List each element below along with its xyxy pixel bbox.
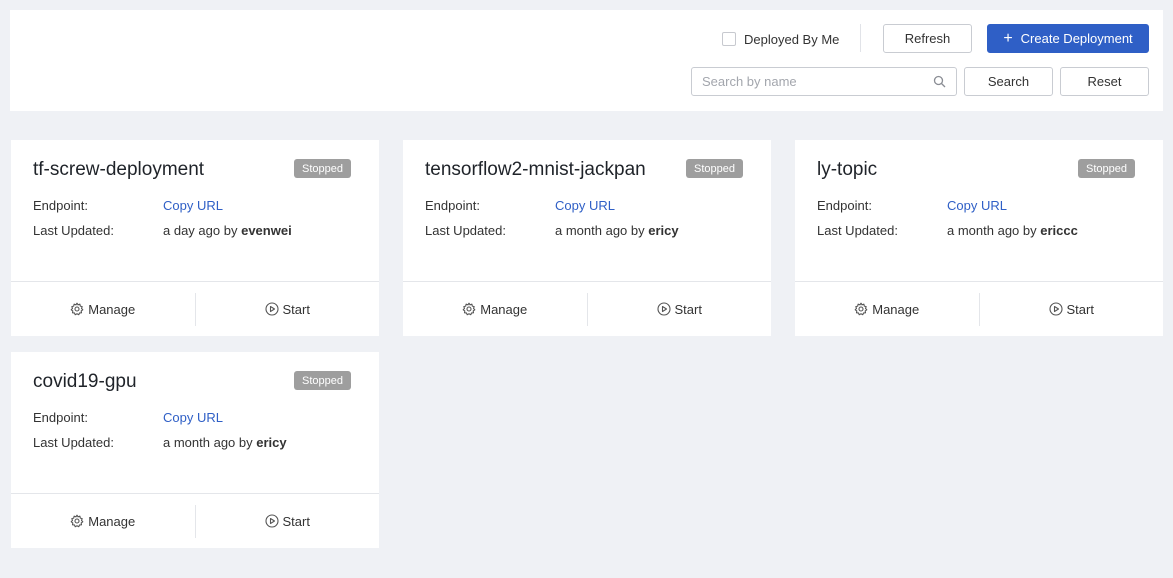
toolbar: Deployed By Me Refresh + Create Deployme…	[10, 10, 1163, 111]
gear-icon	[462, 302, 476, 316]
by-text: by	[1022, 223, 1037, 238]
play-circle-icon	[264, 514, 279, 528]
status-badge: Stopped	[294, 159, 351, 178]
play-circle-icon	[264, 302, 279, 316]
last-updated-label: Last Updated:	[33, 435, 114, 450]
plus-icon: +	[1003, 29, 1013, 47]
gear-icon	[854, 302, 868, 316]
manage-button[interactable]: Manage	[403, 282, 587, 336]
by-text: by	[223, 223, 238, 238]
gear-icon	[70, 302, 84, 316]
updated-by-user: ericcc	[1040, 223, 1078, 238]
card-footer: Manage Start	[795, 281, 1163, 336]
play-circle-icon	[1048, 302, 1063, 316]
status-badge: Stopped	[1078, 159, 1135, 178]
start-button[interactable]: Start	[196, 494, 380, 548]
start-label: Start	[674, 301, 702, 317]
manage-button[interactable]: Manage	[11, 494, 195, 548]
deployed-by-me-checkbox[interactable]	[722, 32, 736, 46]
deployed-by-me-filter[interactable]: Deployed By Me	[722, 31, 839, 47]
deployed-by-me-label: Deployed By Me	[744, 31, 840, 47]
updated-ago: a month ago	[947, 223, 1020, 238]
card-footer: Manage Start	[11, 281, 379, 336]
start-button[interactable]: Start	[588, 282, 772, 336]
last-updated-label: Last Updated:	[817, 223, 898, 238]
endpoint-label: Endpoint:	[33, 410, 88, 425]
updated-ago: a month ago	[163, 435, 236, 450]
copy-url-link[interactable]: Copy URL	[555, 198, 615, 213]
deployment-name: tf-screw-deployment	[33, 159, 205, 180]
manage-button[interactable]: Manage	[11, 282, 195, 336]
toolbar-divider	[860, 24, 861, 52]
updated-ago: a day ago	[163, 223, 221, 238]
manage-label: Manage	[480, 301, 528, 317]
endpoint-label: Endpoint:	[425, 198, 480, 213]
manage-label: Manage	[872, 301, 920, 317]
search-button[interactable]: Search	[964, 67, 1053, 96]
updated-by-user: ericy	[256, 435, 287, 450]
play-circle-icon	[656, 302, 671, 316]
create-deployment-button[interactable]: + Create Deployment	[987, 24, 1149, 53]
status-badge: Stopped	[294, 371, 351, 390]
manage-button[interactable]: Manage	[795, 282, 979, 336]
start-button[interactable]: Start	[196, 282, 380, 336]
gear-icon	[70, 514, 84, 528]
deployment-card: tensorflow2-mnist-jackpan Stopped Endpoi…	[403, 140, 771, 336]
search-icon[interactable]	[933, 75, 946, 88]
search-field[interactable]	[691, 67, 957, 96]
start-label: Start	[1066, 301, 1094, 317]
updated-ago: a month ago	[555, 223, 628, 238]
copy-url-link[interactable]: Copy URL	[163, 198, 223, 213]
reset-button[interactable]: Reset	[1060, 67, 1149, 96]
deployment-card: tf-screw-deployment Stopped Endpoint: Co…	[11, 140, 379, 336]
deployment-name: covid19-gpu	[33, 371, 137, 392]
endpoint-label: Endpoint:	[33, 198, 88, 213]
manage-label: Manage	[88, 301, 136, 317]
deployment-card: ly-topic Stopped Endpoint: Copy URL Last…	[795, 140, 1163, 336]
copy-url-link[interactable]: Copy URL	[163, 410, 223, 425]
manage-label: Manage	[88, 513, 136, 529]
deployment-card: covid19-gpu Stopped Endpoint: Copy URL L…	[11, 352, 379, 548]
refresh-button[interactable]: Refresh	[883, 24, 972, 53]
updated-by-user: evenwei	[241, 223, 292, 238]
last-updated-value: a month ago by ericcc	[947, 223, 1078, 238]
card-footer: Manage Start	[11, 493, 379, 548]
last-updated-value: a day ago by evenwei	[163, 223, 292, 238]
copy-url-link[interactable]: Copy URL	[947, 198, 1007, 213]
endpoint-label: Endpoint:	[817, 198, 872, 213]
search-input[interactable]	[702, 74, 933, 89]
last-updated-label: Last Updated:	[425, 223, 506, 238]
start-label: Start	[282, 513, 310, 529]
create-deployment-label: Create Deployment	[1020, 31, 1133, 46]
deployment-name: ly-topic	[817, 159, 878, 180]
status-badge: Stopped	[686, 159, 743, 178]
updated-by-user: ericy	[648, 223, 679, 238]
last-updated-value: a month ago by ericy	[163, 435, 287, 450]
last-updated-label: Last Updated:	[33, 223, 114, 238]
by-text: by	[238, 435, 253, 450]
deployment-name: tensorflow2-mnist-jackpan	[425, 159, 646, 180]
start-label: Start	[282, 301, 310, 317]
last-updated-value: a month ago by ericy	[555, 223, 679, 238]
start-button[interactable]: Start	[980, 282, 1164, 336]
card-footer: Manage Start	[403, 281, 771, 336]
by-text: by	[630, 223, 645, 238]
